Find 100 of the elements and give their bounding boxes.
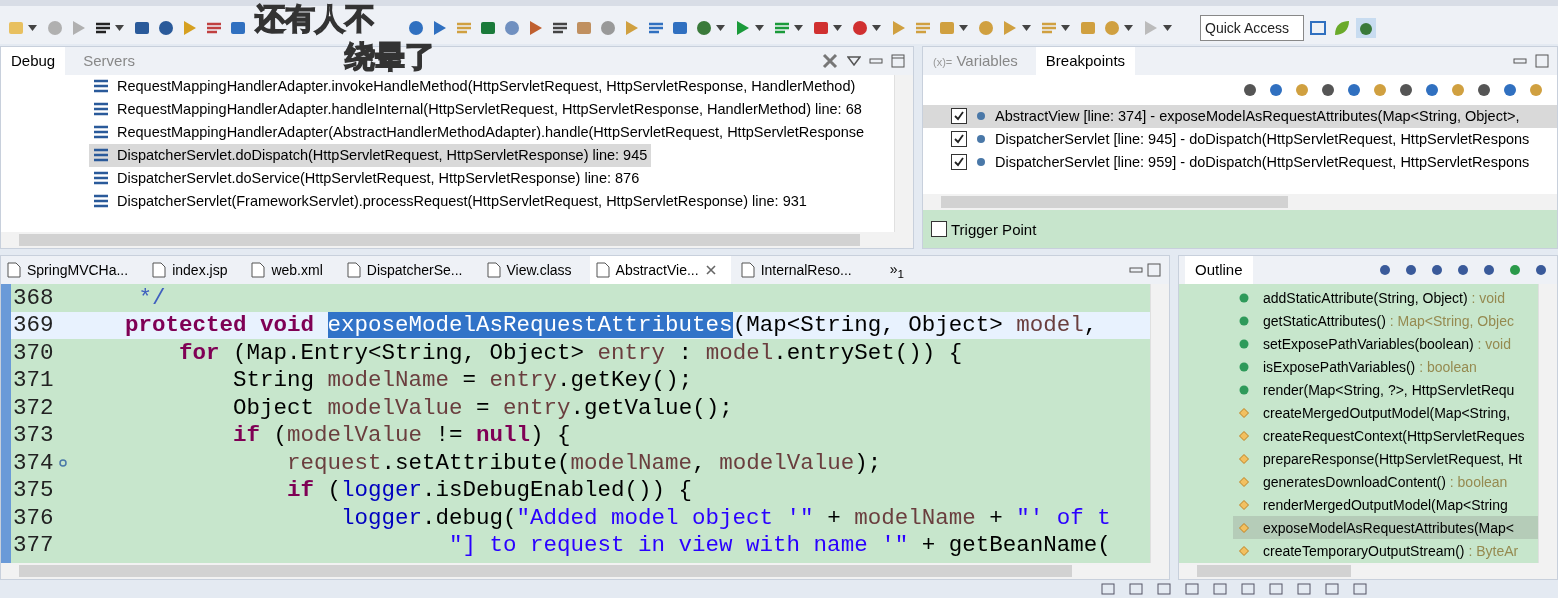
stack-frame[interactable]: DispatcherServlet.doService(HttpServletRequest, HttpServletResponse) line: 876 (89, 166, 644, 190)
line-number: 372 (12, 394, 55, 421)
caret-icon[interactable] (833, 24, 842, 31)
outline-item[interactable]: isExposePathVariables() : boolean (1239, 355, 1538, 379)
outline-item[interactable]: renderMergedOutputModel(Map<String (1239, 493, 1538, 517)
breakpoint-text: DispatcherServlet [line: 945] - doDispatch(HttpServletRequest, HttpServletRespons (995, 131, 1530, 148)
code-line: "] to request in view with name '" + getBeanName( (448, 532, 1111, 559)
method-signature: createTemporaryOutputStream() (1263, 542, 1465, 559)
video-caption: 还有人不 (255, 0, 375, 38)
stack-frame-icon (93, 194, 109, 209)
code-line: if (logger.isDebugEnabled()) { (286, 477, 693, 504)
protected-method-icon (1239, 499, 1249, 510)
caret-icon[interactable] (716, 24, 725, 31)
breakpoint-row[interactable]: DispatcherServlet [line: 945] - doDispatch(HttpServletRequest, HttpServletRespons (923, 127, 1557, 151)
return-type: : void (1476, 335, 1511, 352)
file-icon (152, 262, 167, 279)
breakpoint-text: DispatcherServlet [line: 959] - doDispatch(HttpServletRequest, HttpServletRespons (995, 154, 1530, 171)
stack-frame[interactable]: RequestMappingHandlerAdapter.handleInternal(HttpServletRequest, HttpServletResponse, HandlerMethod) line: 68 (89, 97, 866, 121)
maximize-icon[interactable] (1535, 53, 1549, 68)
line-number: 369 (12, 312, 55, 339)
caret-icon[interactable] (28, 24, 37, 31)
file-icon (346, 262, 361, 279)
checkbox[interactable] (951, 108, 967, 125)
checkbox[interactable] (951, 154, 967, 171)
breakpoint-row[interactable]: DispatcherServlet [line: 959] - doDispatch(HttpServletRequest, HttpServletRespons (923, 150, 1557, 174)
frame-text: RequestMappingHandlerAdapter(AbstractHandlerMethodAdapter).handle(HttpServletRequest, HttpServletResponse (117, 124, 865, 141)
outline-item[interactable]: setExposePathVariables(boolean) : void (1239, 332, 1538, 356)
view-menu-icon[interactable] (847, 55, 861, 66)
method-signature: generatesDownloadContent() (1263, 473, 1446, 490)
editor-tab[interactable]: index.jsp (146, 256, 242, 285)
caret-icon[interactable] (1163, 24, 1172, 31)
caret-icon[interactable] (1124, 24, 1133, 31)
return-type: : Map<String, Objec (1388, 312, 1514, 329)
vertical-scrollbar[interactable] (1150, 284, 1169, 563)
horizontal-scrollbar[interactable] (1179, 563, 1557, 579)
remove-all-icon[interactable] (821, 51, 839, 70)
outline-item[interactable]: prepareResponse(HttpServletRequest, Ht (1239, 447, 1538, 471)
stack-frame[interactable]: RequestMappingHandlerAdapter.invokeHandleMethod(HttpServletRequest, HttpServletResponse, HandlerMethod) (89, 74, 860, 98)
view-tab[interactable]: Debug (1, 46, 66, 75)
maximize-icon[interactable] (891, 53, 905, 68)
method-signature: renderMergedOutputModel(Map<String (1263, 496, 1508, 513)
editor-tab[interactable]: SpringMVCHa... (1, 256, 143, 285)
view-tab[interactable]: Breakpoints (1035, 46, 1136, 75)
editor-tab[interactable]: web.xml (245, 256, 337, 285)
stack-frame-icon (93, 171, 109, 186)
editor-tab[interactable]: InternalReso... (734, 256, 866, 285)
frame-text: DispatcherServlet.doDispatch(HttpServletRequest, HttpServletResponse) line: 945 (117, 147, 648, 164)
protected-method-icon (1239, 453, 1249, 464)
method-signature: getStaticAttributes() (1263, 312, 1386, 329)
caret-icon[interactable] (115, 24, 124, 31)
vertical-scrollbar[interactable] (1538, 284, 1557, 563)
caret-icon[interactable] (1022, 24, 1031, 31)
code-line: protected void exposeModelAsRequestAttributes(Map<String, Object> model, (124, 312, 1098, 339)
stack-frame[interactable]: DispatcherServlet(FrameworkServlet).processRequest(HttpServletRequest, HttpServletResponse) line: 931 (89, 189, 811, 213)
caret-icon[interactable] (959, 24, 968, 31)
method-signature: isExposePathVariables() (1263, 358, 1416, 375)
view-tab[interactable]: Outline (1185, 256, 1253, 285)
outline-item[interactable]: createRequestContext(HttpServletReques (1239, 424, 1538, 448)
file-icon (7, 262, 21, 279)
stack-frame[interactable]: RequestMappingHandlerAdapter(AbstractHandlerMethodAdapter).handle(HttpServletRequest, HttpServletResponse (89, 120, 869, 144)
hidden-tabs-chevron[interactable]: »$_{1}$ (889, 260, 904, 280)
file-icon (251, 262, 266, 279)
editor-tab[interactable]: AbstractVie... (589, 256, 731, 285)
protected-method-icon (1239, 476, 1249, 487)
caret-icon[interactable] (872, 24, 881, 31)
file-icon (740, 262, 755, 279)
line-number: 375 (12, 477, 55, 504)
outline-item[interactable]: exposeModelAsRequestAttributes(Map< (1233, 516, 1538, 540)
horizontal-scrollbar[interactable] (1, 232, 913, 249)
code-line: Object modelValue = entry.getValue(); (232, 394, 733, 421)
stack-frame[interactable]: DispatcherServlet.doDispatch(HttpServletRequest, HttpServletResponse) line: 945 (89, 143, 652, 167)
outline-item[interactable]: render(Map<String, ?>, HttpServletRequ (1239, 378, 1538, 402)
breakpoint-row[interactable]: AbstractView [line: 374] - exposeModelAsRequestAttributes(Map<String, Object>, (923, 104, 1557, 128)
frame-text: RequestMappingHandlerAdapter.handleInternal(HttpServletRequest, HttpServletResponse, HandlerMethod) line: 68 (117, 101, 862, 118)
checkbox[interactable] (931, 221, 947, 238)
quick-access-field[interactable]: Quick Access (1200, 14, 1304, 41)
frame-text: DispatcherServlet(FrameworkServlet).processRequest(HttpServletRequest, HttpServletResponse) line: 931 (117, 193, 807, 210)
editor-tab[interactable]: DispatcherSe... (340, 256, 477, 285)
caret-icon[interactable] (1061, 24, 1070, 31)
line-number: 377 (12, 532, 55, 559)
outline-item[interactable]: getStaticAttributes() : Map<String, Objec (1239, 309, 1538, 333)
breakpoint-icon (975, 133, 987, 146)
vertical-scrollbar[interactable] (894, 74, 913, 233)
breakpoint-icon (975, 110, 987, 123)
caret-icon[interactable] (755, 24, 764, 31)
checkbox[interactable] (951, 131, 967, 148)
horizontal-scrollbar[interactable] (1, 563, 1169, 579)
code-line: for (Map.Entry<String, Object> entry : model.entrySet()) { (178, 339, 963, 366)
maximize-icon[interactable] (1147, 263, 1161, 278)
close-icon[interactable] (704, 264, 717, 277)
outline-item[interactable]: generatesDownloadContent() : boolean (1239, 470, 1538, 494)
caret-icon[interactable] (794, 24, 803, 31)
outline-item[interactable]: createMergedOutputModel(Map<String, (1239, 401, 1538, 425)
breakpoint-marker-icon[interactable] (59, 458, 67, 467)
editor-tab[interactable]: View.class (480, 256, 586, 285)
horizontal-scrollbar[interactable] (923, 194, 1557, 211)
outline-item[interactable]: addStaticAttribute(String, Object) : void (1239, 286, 1538, 310)
public-method-icon (1239, 384, 1249, 395)
frame-text: DispatcherServlet.doService(HttpServletRequest, HttpServletResponse) line: 876 (117, 170, 640, 187)
outline-item[interactable]: createTemporaryOutputStream() : ByteAr (1239, 539, 1538, 563)
